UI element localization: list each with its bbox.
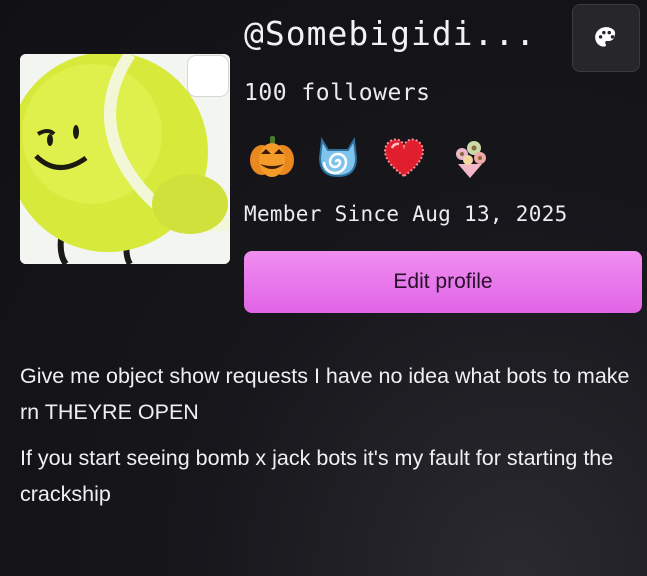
edit-profile-button[interactable]: Edit profile	[244, 251, 642, 313]
bio-paragraph: If you start seeing bomb x jack bots it'…	[20, 446, 614, 506]
avatar-edit-badge[interactable]	[188, 56, 228, 96]
followers-count[interactable]: 100 followers	[244, 80, 431, 106]
flower-bouquet-badge-icon[interactable]	[444, 130, 496, 182]
bio-paragraph: Give me object show requests I have no i…	[20, 364, 630, 424]
heart-badge-icon[interactable]	[378, 130, 430, 182]
username: @Somebigidi...	[244, 14, 537, 53]
palette-icon	[595, 27, 616, 47]
pumpkin-badge-icon[interactable]	[246, 130, 298, 182]
bio: Give me object show requests I have no i…	[20, 358, 630, 522]
swirl-cat-badge-icon[interactable]	[312, 130, 364, 182]
member-since-text: Member Since Aug 13, 2025	[244, 202, 568, 226]
theme-palette-button[interactable]	[572, 4, 640, 72]
badges-row	[246, 128, 496, 184]
